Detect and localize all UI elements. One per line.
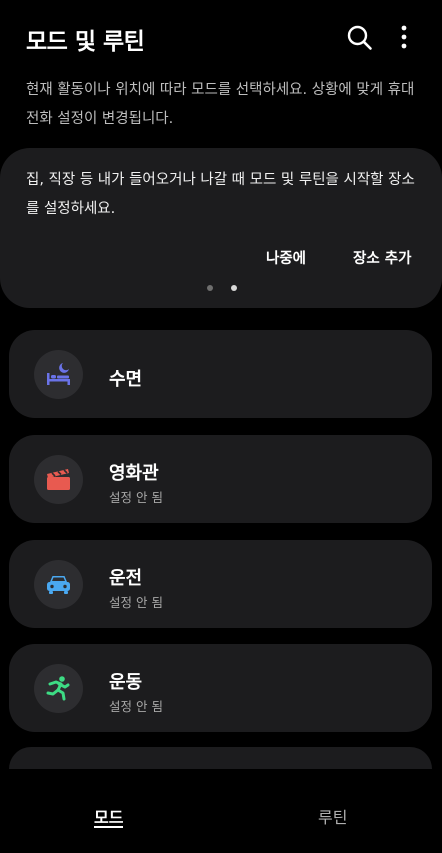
tab-mode[interactable]: 모드 [94,804,123,828]
app-header: 모드 및 루틴 [0,0,442,76]
mode-status: 설정 안 됨 [109,699,163,714]
mode-card-movie[interactable]: 영화관 설정 안 됨 [9,435,432,523]
mode-card-exercise[interactable]: 운동 설정 안 됨 [9,644,432,732]
page-dot [207,285,213,291]
tab-selected-indicator [94,826,123,828]
add-place-button[interactable]: 장소 추가 [353,247,411,268]
mode-name: 영화관 [109,463,159,484]
search-icon[interactable] [344,22,376,54]
bed-moon-icon [34,350,83,399]
running-person-icon [34,664,83,713]
mode-card-partial[interactable] [9,747,432,769]
mode-name: 운전 [109,568,143,589]
mode-name: 수면 [109,369,143,390]
page-indicator [0,285,442,293]
page-title: 모드 및 루틴 [26,29,145,55]
mode-name: 운동 [109,672,143,693]
more-options-icon[interactable] [388,22,420,54]
clapperboard-icon [34,455,83,504]
place-suggestion-card: 집, 직장 등 내가 들어오거나 나갈 때 모드 및 루틴을 시작할 장소를 설… [0,148,442,308]
mode-status: 설정 안 됨 [109,490,163,505]
place-suggestion-message: 집, 직장 등 내가 들어오거나 나갈 때 모드 및 루틴을 시작할 장소를 설… [26,172,415,217]
description-text: 현재 활동이나 위치에 따라 모드를 선택하세요. 상황에 맞게 휴대전화 설정… [26,82,415,127]
mode-card-sleep[interactable]: 수면 [9,330,432,418]
later-button[interactable]: 나중에 [266,247,306,268]
mode-card-driving[interactable]: 운전 설정 안 됨 [9,540,432,628]
mode-status: 설정 안 됨 [109,595,163,610]
tab-routine[interactable]: 루틴 [318,804,347,828]
page-dot-active [231,285,237,291]
bottom-navigation: 모드 루틴 [0,769,442,853]
car-icon [34,560,83,609]
